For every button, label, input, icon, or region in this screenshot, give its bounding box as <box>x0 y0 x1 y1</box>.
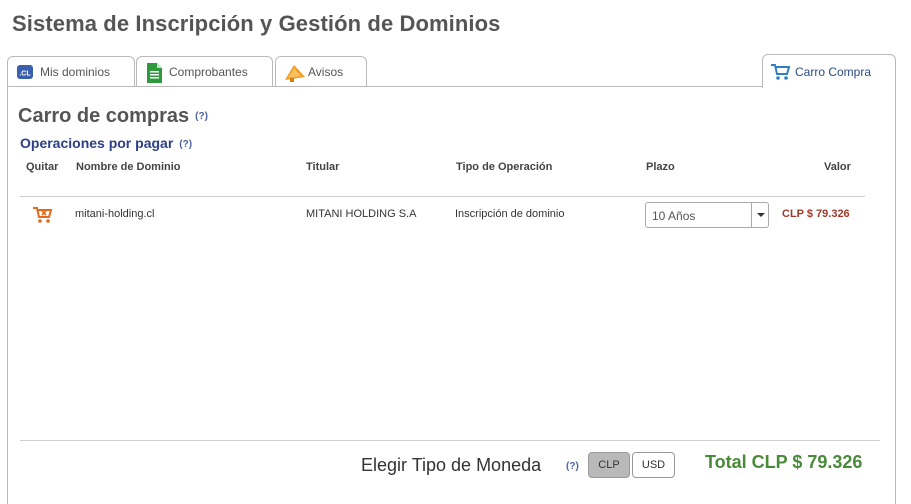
cart-title: Carro de compras (?) <box>18 105 208 127</box>
remove-from-cart-icon[interactable] <box>33 206 55 224</box>
tab-label: Avisos <box>308 65 344 79</box>
column-header-nombre: Nombre de Dominio <box>76 161 181 173</box>
domain-name: mitani-holding.cl <box>75 208 155 220</box>
chevron-down-icon[interactable] <box>751 203 768 227</box>
currency-usd-button[interactable]: USD <box>632 452 675 478</box>
help-link[interactable]: (?) <box>566 461 579 472</box>
column-header-tipo: Tipo de Operación <box>456 161 553 173</box>
currency-clp-button[interactable]: CLP <box>588 452 630 478</box>
tab-mis-dominios[interactable]: .CL Mis dominios <box>7 56 135 87</box>
svg-text:.CL: .CL <box>19 71 31 78</box>
document-icon <box>145 63 163 83</box>
tab-label: Comprobantes <box>169 65 248 79</box>
tab-bar: .CL Mis dominios Comprobantes Avisos Car… <box>7 54 896 88</box>
titular: MITANI HOLDING S.A <box>306 208 417 220</box>
page-title: Sistema de Inscripción y Gestión de Domi… <box>12 11 501 36</box>
tab-comprobantes[interactable]: Comprobantes <box>136 56 273 87</box>
tab-avisos[interactable]: Avisos <box>275 56 367 87</box>
column-header-valor: Valor <box>824 161 851 173</box>
tab-carro-compra[interactable]: Carro Compra <box>762 54 896 88</box>
table-divider <box>20 196 865 197</box>
currency-label: Elegir Tipo de Moneda <box>361 455 542 475</box>
cart-icon <box>771 63 791 81</box>
cl-domain-icon: .CL <box>16 63 34 81</box>
column-header-titular: Titular <box>306 161 340 173</box>
column-header-plazo: Plazo <box>646 161 675 173</box>
help-link[interactable]: (?) <box>195 111 208 122</box>
plazo-select[interactable]: 10 Años <box>645 202 769 228</box>
column-header-quitar: Quitar <box>26 161 59 173</box>
total-amount: Total CLP $ 79.326 <box>705 452 863 472</box>
row-price: CLP $ 79.326 <box>782 208 850 220</box>
help-link[interactable]: (?) <box>179 139 192 150</box>
section-title: Operaciones por pagar (?) <box>20 135 193 151</box>
footer-divider <box>20 440 880 441</box>
tab-label: Mis dominios <box>40 65 111 79</box>
operation-type: Inscripción de dominio <box>455 208 565 220</box>
megaphone-icon <box>284 63 305 82</box>
tab-label: Carro Compra <box>795 64 872 79</box>
plazo-value: 10 Años <box>652 209 696 223</box>
